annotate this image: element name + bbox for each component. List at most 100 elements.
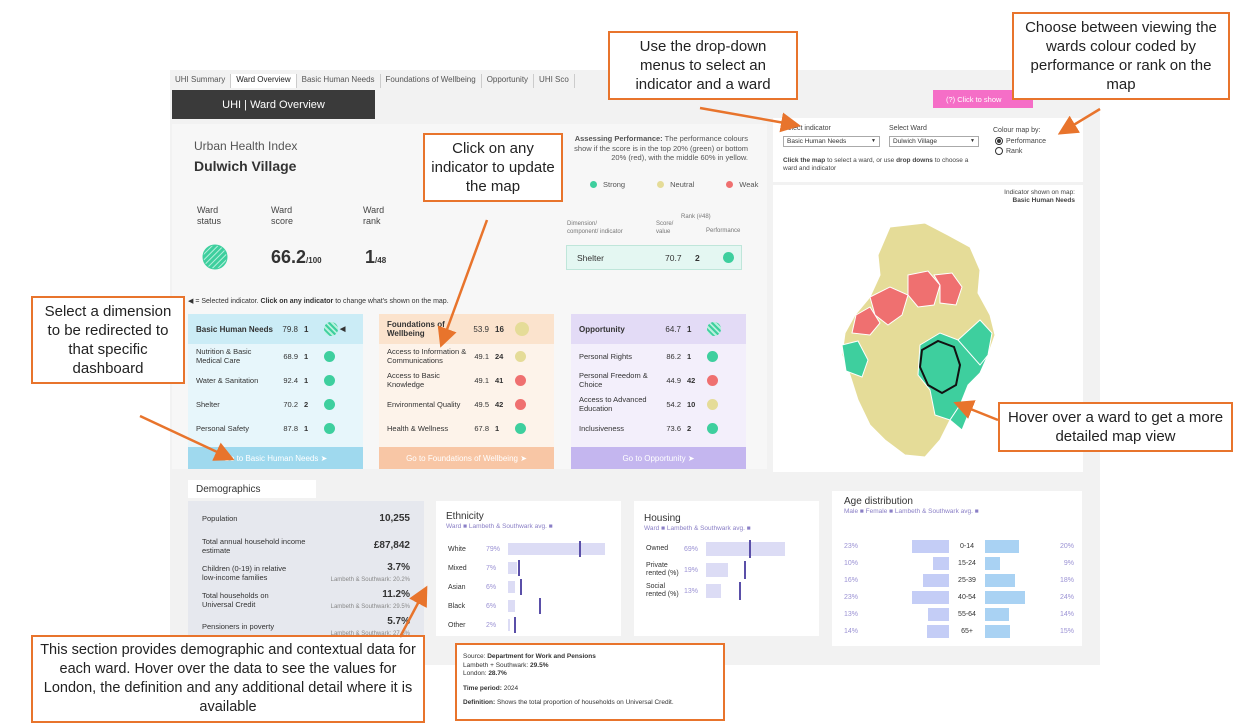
age-band: 0-14 [959,543,974,550]
legend-weak: Weak [739,180,759,189]
age-male-pct: 23% [844,543,859,550]
tooltip-line1-value: 29.5% [530,661,549,669]
indicator-name: Access to Information & Communications [387,347,467,365]
go-to-foundations-button[interactable]: Go to Foundations of Wellbeing ➤ [379,447,554,469]
ethnicity-bar-track [508,598,606,614]
indicator-row[interactable]: Personal Safety 87.8 1 [188,416,363,440]
age-row[interactable]: 16% 25-39 18% [844,573,1074,588]
indicator-score: 49.5 [474,399,489,409]
ethnicity-row[interactable]: Asian 6% [448,579,613,595]
tab-opportunity[interactable]: Opportunity [482,74,535,88]
housing-card: Housing Ward ■ Lambeth & Southwark avg. … [634,501,819,636]
ethnicity-row[interactable]: Black 6% [448,598,613,614]
dimension-header[interactable]: Basic Human Needs 79.8 1 ◀ [188,314,363,344]
age-male-track [894,624,949,639]
legend-avg: Lambeth & Southwark avg. [468,523,547,530]
go-to-basic-human-needs-button[interactable]: Go to Basic Human Needs ➤ [188,447,363,469]
tab-uhi-summary[interactable]: UHI Summary [170,74,232,88]
indicator-row[interactable]: Health & Wellness 67.8 1 [379,416,554,440]
housing-row[interactable]: Social rented (%) 13% [646,581,811,601]
tab-foundations[interactable]: Foundations of Wellbeing [381,74,482,88]
indicator-name: Personal Safety [196,423,249,433]
tooltip-source-value: Department for Work and Pensions [487,653,596,660]
age-row[interactable]: 23% 40-54 24% [844,590,1074,605]
ethnicity-row[interactable]: Mixed 7% [448,560,613,576]
indicator-row[interactable]: Access to Information & Communications 49… [379,344,554,368]
ethnicity-card: Ethnicity Ward ■ Lambeth & Southwark avg… [436,501,621,636]
indicator-name: Access to Advanced Education [579,395,647,413]
map-help-text: Click the map to select a ward, or use d… [783,157,983,173]
radio-performance[interactable]: Performance [995,137,1046,145]
demo-row-children[interactable]: Children (0-19) in relative low-income f… [188,559,424,586]
indicator-row[interactable]: Access to Advanced Education 54.2 10 [571,392,746,416]
age-male-track [894,573,949,588]
go-to-opportunity-button[interactable]: Go to Opportunity ➤ [571,447,746,469]
page-title: UHI | Ward Overview [172,90,375,119]
chevron-down-icon: ▼ [970,138,975,144]
demo-sub: Lambeth & Southwark: 29.5% [330,603,410,610]
ethnicity-row[interactable]: White 79% [448,541,613,557]
age-male-pct: 10% [844,560,859,567]
housing-row[interactable]: Private rented (%) 19% [646,560,811,580]
demo-row-universal-credit[interactable]: Total households on Universal Credit 11.2… [188,586,424,613]
age-row[interactable]: 14% 65+ 15% [844,624,1074,639]
ward-dropdown[interactable]: Dulwich Village ▼ [889,136,979,147]
tab-uhi-score[interactable]: UHI Sco [534,74,575,88]
age-band: 65+ [961,628,973,635]
indicator-rank: 2 [687,423,692,433]
indicator-rank: 1 [687,351,692,361]
ethnicity-bar-track [508,617,606,633]
demo-label: Total annual household income estimate [202,536,306,555]
age-row[interactable]: 13% 55-64 14% [844,607,1074,622]
note-marker: ◀ = Selected indicator. [188,298,259,305]
ethnicity-legend: Ward ■ Lambeth & Southwark avg. ■ [446,523,553,530]
demo-value: 11.2% [382,588,410,600]
select-indicator-label: Select indicator [783,125,831,132]
selected-name: Shelter [577,252,604,263]
radio-rank[interactable]: Rank [995,147,1022,155]
indicator-row[interactable]: Personal Rights 86.2 1 [571,344,746,368]
ethnicity-bar-track [508,579,606,595]
radio-unchecked-icon [995,147,1003,155]
ethnicity-pct: 79% [486,545,501,553]
ethnicity-avg-marker [538,598,541,614]
housing-row[interactable]: Owned 69% [646,539,811,559]
ethnicity-label: Other [448,621,466,629]
indicator-score: 44.9 [666,375,681,385]
indicator-row[interactable]: Inclusiveness 73.6 2 [571,416,746,440]
dimension-foundations-of-wellbeing: Foundations of Wellbeing 53.9 16 Access to… [379,314,554,469]
indicator-dropdown[interactable]: Basic Human Needs ▼ [783,136,880,147]
indicator-score: 70.2 [283,399,298,409]
indicator-row[interactable]: Personal Freedom & Choice 44.9 42 [571,368,746,392]
dimension-header[interactable]: Foundations of Wellbeing 53.9 16 [379,314,554,344]
demo-value: 5.7% [387,615,410,627]
legend-ward: Ward [446,523,462,530]
callout-dimension: Select a dimension to be redirected to t… [31,296,185,384]
radio-performance-label: Performance [1006,137,1047,145]
age-row[interactable]: 23% 0-14 20% [844,539,1074,554]
tab-ward-overview[interactable]: Ward Overview [231,74,297,88]
ward-map[interactable] [830,215,1020,465]
callout-colour: Choose between viewing the wards colour … [1012,12,1230,100]
indicator-score: 92.4 [283,375,298,385]
legend-avg: Lambeth & Southwark avg. [666,525,745,532]
tab-basic-human-needs[interactable]: Basic Human Needs [297,74,381,88]
demo-row-population[interactable]: Population 10,255 [188,505,424,532]
housing-pct: 13% [684,587,699,595]
ethnicity-row[interactable]: Other 2% [448,617,613,633]
dimension-header[interactable]: Opportunity 64.7 1 [571,314,746,344]
indicator-row[interactable]: Environmental Quality 49.5 42 [379,392,554,416]
indicator-row[interactable]: Water & Sanitation 92.4 1 [188,368,363,392]
tooltip-def-label: Definition: [463,699,496,706]
indicator-row[interactable]: Shelter 70.2 2 [188,392,363,416]
demo-row-income[interactable]: Total annual household income estimate £8… [188,532,424,559]
indicator-row[interactable]: Nutrition & Basic Medical Care 68.9 1 [188,344,363,368]
col-performance: Performance [706,228,741,234]
dimension-title: Basic Human Needs [196,324,273,334]
indicator-name: Personal Freedom & Choice [579,371,648,389]
tooltip-line2: London: 28.7% [463,670,717,679]
indicator-row[interactable]: Access to Basic Knowledge 49.1 41 [379,368,554,392]
perf-dot [515,350,526,362]
age-row[interactable]: 10% 15-24 9% [844,556,1074,571]
indicator-score: 49.1 [474,375,489,385]
